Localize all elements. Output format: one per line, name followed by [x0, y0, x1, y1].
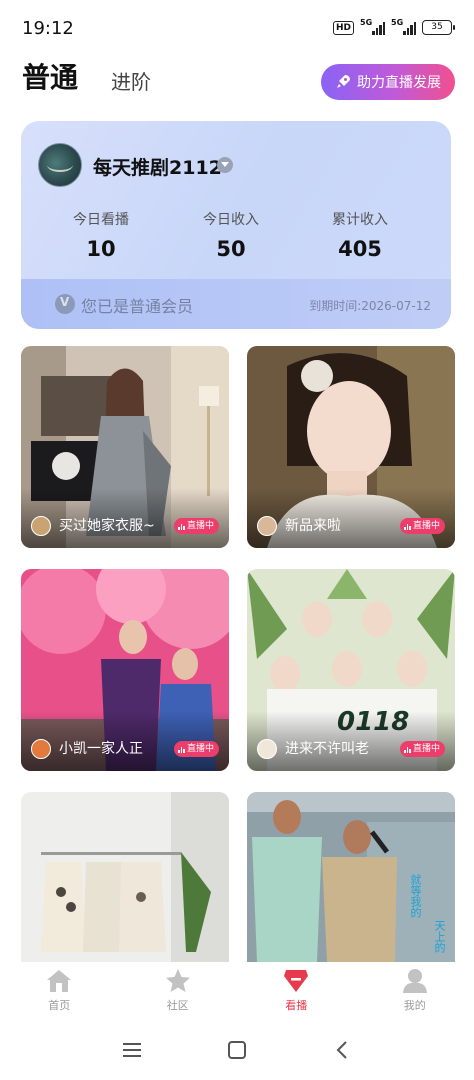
vip-icon	[55, 294, 75, 314]
signal-icon: 5G	[360, 18, 385, 35]
profile-icon	[402, 969, 427, 993]
boost-button-label: 助力直播发展	[357, 75, 441, 91]
bottom-nav: 首页 社区 看播 我的	[0, 962, 474, 1020]
live-thumbnail	[247, 792, 455, 962]
live-title: 进来不许叫老	[285, 741, 369, 757]
live-bars-icon	[178, 746, 185, 753]
rocket-icon	[337, 75, 350, 88]
chevron-down-icon[interactable]	[217, 157, 233, 173]
hd-icon: HD	[332, 20, 354, 35]
live-badge: 直播中	[400, 518, 445, 534]
nav-item-home[interactable]: 首页	[0, 962, 119, 1020]
home-square-icon[interactable]	[227, 1040, 247, 1060]
nav-item-profile[interactable]: 我的	[356, 962, 474, 1020]
live-card[interactable]: 买过她家衣服~ 直播中	[21, 346, 229, 548]
stat-total-income: 累计收入 405	[300, 209, 420, 261]
host-avatar	[31, 516, 51, 536]
stat-today-watch: 今日看播 10	[41, 209, 161, 261]
tab-normal[interactable]: 普通	[22, 56, 78, 96]
live-title: 买过她家衣服~	[59, 518, 155, 534]
live-badge-label: 直播中	[186, 521, 214, 531]
nav-item-watch[interactable]: 看播	[237, 962, 356, 1020]
live-card[interactable]: 新品来啦 直播中	[247, 346, 455, 548]
live-badge-label: 直播中	[412, 521, 440, 531]
member-footer[interactable]: 您已是普通会员 到期时间:2026-07-12	[21, 279, 451, 329]
nav-label: 我的	[403, 999, 426, 1012]
signal-icon: 5G	[391, 18, 416, 35]
boost-live-button[interactable]: 助力直播发展	[321, 64, 455, 100]
live-card[interactable]	[21, 792, 229, 962]
live-badge-label: 直播中	[412, 744, 440, 754]
home-icon	[47, 970, 72, 992]
stat-value: 405	[338, 237, 382, 261]
live-badge: 直播中	[174, 741, 219, 757]
nav-label: 首页	[48, 999, 71, 1012]
member-status: 您已是普通会员	[81, 297, 194, 316]
nav-item-community[interactable]: 社区	[119, 962, 238, 1020]
nav-label: 看播	[285, 999, 308, 1012]
live-thumbnail	[21, 792, 229, 962]
stat-label: 今日收入	[203, 212, 259, 228]
live-title: 小凯一家人正	[59, 741, 143, 757]
live-bars-icon	[178, 523, 185, 530]
stat-label: 累计收入	[332, 212, 388, 228]
username: 每天推剧2112	[93, 157, 222, 179]
status-icons: HD 5G 5G 35	[332, 18, 455, 35]
stat-value: 50	[216, 237, 246, 261]
live-bars-icon	[404, 523, 411, 530]
host-avatar	[257, 739, 277, 759]
battery-icon: 35	[422, 20, 455, 35]
tab-advanced[interactable]: 进阶	[111, 66, 151, 95]
host-avatar	[257, 516, 277, 536]
avatar[interactable]	[38, 143, 82, 187]
nav-label: 社区	[166, 999, 189, 1012]
menu-icon[interactable]	[122, 1040, 142, 1060]
stat-label: 今日看播	[73, 212, 129, 228]
live-badge: 直播中	[400, 741, 445, 757]
expiry-date: 到期时间:2026-07-12	[309, 299, 431, 313]
status-bar: 19:12 HD 5G 5G 35	[0, 0, 474, 58]
status-time: 19:12	[22, 18, 74, 39]
back-icon[interactable]	[333, 1040, 353, 1060]
live-card[interactable]: 小凯一家人正 直播中	[21, 569, 229, 771]
host-avatar	[31, 739, 51, 759]
live-bars-icon	[404, 746, 411, 753]
live-watch-icon	[284, 970, 309, 992]
live-badge-label: 直播中	[186, 744, 214, 754]
member-card: 每天推剧2112 今日看播 10 今日收入 50 累计收入 405 您已是普通会…	[21, 121, 451, 329]
stat-value: 10	[86, 237, 116, 261]
star-icon	[165, 969, 190, 992]
stat-today-income: 今日收入 50	[171, 209, 291, 261]
poster-text: 就等我的	[409, 874, 422, 918]
live-card[interactable]: 0118 进来不许叫老 直播中	[247, 569, 455, 771]
poster-text: 天上的	[433, 920, 446, 953]
system-nav-bar	[0, 1020, 474, 1080]
live-card[interactable]: 就等我的 天上的	[247, 792, 455, 962]
live-badge: 直播中	[174, 518, 219, 534]
live-title: 新品来啦	[285, 518, 341, 534]
